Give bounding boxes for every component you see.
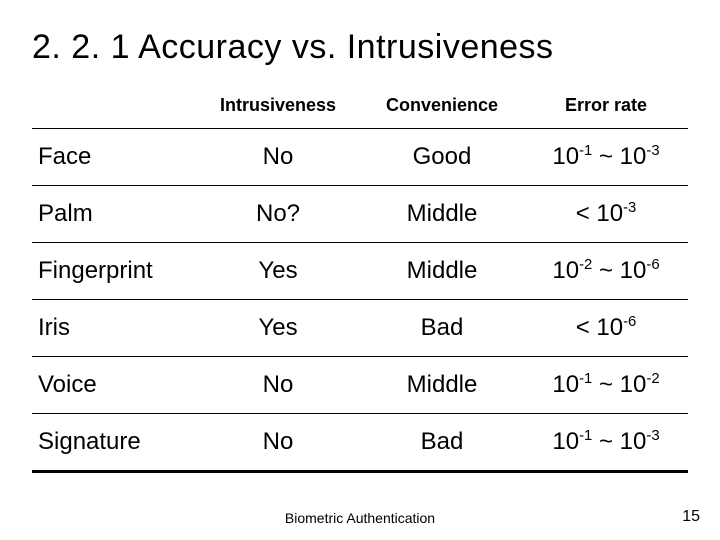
row-convenience: Middle bbox=[360, 186, 524, 243]
row-error-rate: < 10-6 bbox=[524, 300, 688, 357]
row-intrusiveness: No bbox=[196, 357, 360, 414]
table-row: Iris Yes Bad < 10-6 bbox=[32, 300, 688, 357]
row-error-rate: < 10-3 bbox=[524, 186, 688, 243]
slide: 2. 2. 1 Accuracy vs. Intrusiveness Intru… bbox=[0, 0, 720, 540]
row-name: Fingerprint bbox=[32, 243, 196, 300]
row-name: Iris bbox=[32, 300, 196, 357]
row-name: Voice bbox=[32, 357, 196, 414]
row-name: Face bbox=[32, 129, 196, 186]
row-intrusiveness: No bbox=[196, 129, 360, 186]
table-row: Fingerprint Yes Middle 10-2 ~ 10-6 bbox=[32, 243, 688, 300]
row-error-rate: 10-1 ~ 10-3 bbox=[524, 414, 688, 472]
header-convenience: Convenience bbox=[360, 85, 524, 129]
row-intrusiveness: No bbox=[196, 414, 360, 472]
row-convenience: Middle bbox=[360, 243, 524, 300]
comparison-table: Intrusiveness Convenience Error rate Fac… bbox=[32, 85, 688, 473]
table-row: Face No Good 10-1 ~ 10-3 bbox=[32, 129, 688, 186]
row-convenience: Middle bbox=[360, 357, 524, 414]
row-intrusiveness: Yes bbox=[196, 300, 360, 357]
row-name: Palm bbox=[32, 186, 196, 243]
footer-text: Biometric Authentication bbox=[0, 510, 720, 526]
row-name: Signature bbox=[32, 414, 196, 472]
header-error-rate: Error rate bbox=[524, 85, 688, 129]
page-title: 2. 2. 1 Accuracy vs. Intrusiveness bbox=[32, 28, 688, 67]
row-error-rate: 10-2 ~ 10-6 bbox=[524, 243, 688, 300]
row-convenience: Bad bbox=[360, 414, 524, 472]
page-number: 15 bbox=[682, 508, 700, 526]
row-convenience: Bad bbox=[360, 300, 524, 357]
table-row: Signature No Bad 10-1 ~ 10-3 bbox=[32, 414, 688, 472]
row-intrusiveness: No? bbox=[196, 186, 360, 243]
header-intrusiveness: Intrusiveness bbox=[196, 85, 360, 129]
table-header-row: Intrusiveness Convenience Error rate bbox=[32, 85, 688, 129]
row-error-rate: 10-1 ~ 10-3 bbox=[524, 129, 688, 186]
header-stub bbox=[32, 85, 196, 129]
row-intrusiveness: Yes bbox=[196, 243, 360, 300]
table-row: Palm No? Middle < 10-3 bbox=[32, 186, 688, 243]
table-row: Voice No Middle 10-1 ~ 10-2 bbox=[32, 357, 688, 414]
row-convenience: Good bbox=[360, 129, 524, 186]
row-error-rate: 10-1 ~ 10-2 bbox=[524, 357, 688, 414]
